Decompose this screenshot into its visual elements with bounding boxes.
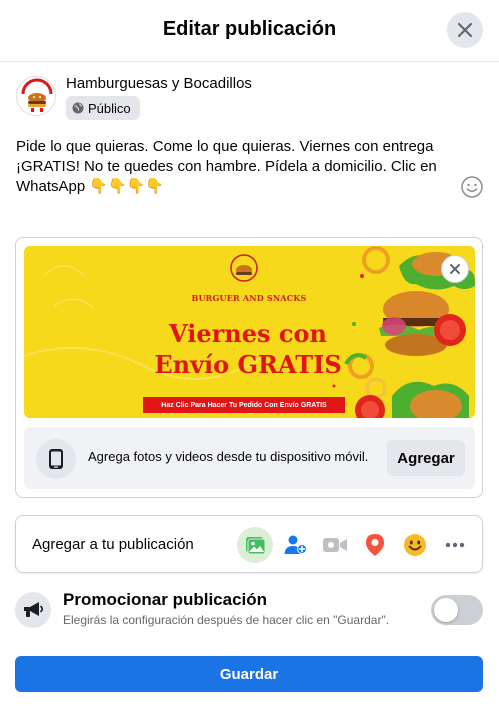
toggle-knob bbox=[434, 598, 458, 622]
media-attachment: BURGUER AND SNACKS Viernes con Envío GRA… bbox=[15, 237, 483, 498]
promote-title: Promocionar publicación bbox=[63, 590, 268, 609]
banner-headline-1: Viernes con bbox=[169, 319, 327, 348]
add-to-post-bar: Agregar a tu publicación bbox=[15, 515, 483, 573]
add-to-post-label: Agregar a tu publicación bbox=[32, 536, 194, 553]
smiley-icon bbox=[461, 176, 483, 198]
phone-icon-wrapper bbox=[36, 439, 76, 479]
live-video-icon bbox=[323, 538, 347, 552]
dialog-title: Editar publicación bbox=[162, 18, 337, 40]
feeling-icon bbox=[404, 534, 426, 556]
globe-icon bbox=[72, 102, 84, 114]
check-in-icon bbox=[366, 534, 384, 556]
megaphone-icon bbox=[24, 602, 44, 617]
mobile-upload-row: Agrega fotos y videos desde tu dispositi… bbox=[24, 427, 475, 489]
banner-cta: Haz Clic Para Hacer Tu Pedido Con Envío … bbox=[143, 397, 345, 413]
post-text-line: WhatsApp 👇👇👇👇 bbox=[16, 178, 165, 195]
burger-logo-icon bbox=[18, 78, 55, 115]
emoji-picker-button[interactable] bbox=[461, 176, 483, 198]
close-icon bbox=[450, 264, 460, 274]
mobile-upload-text: Agrega fotos y videos desde tu dispositi… bbox=[88, 449, 369, 464]
banner-brand: BURGUER AND SNACKS bbox=[191, 293, 307, 303]
privacy-selector[interactable]: Público bbox=[66, 96, 140, 120]
dialog-header: Editar publicación bbox=[0, 0, 499, 62]
tag-people-icon bbox=[284, 535, 307, 554]
feeling-activity-button[interactable] bbox=[397, 527, 433, 563]
photo-video-button[interactable] bbox=[237, 527, 273, 563]
promote-subtitle: Elegirás la configuración después de hac… bbox=[63, 613, 390, 627]
promote-post-row: Promocionar publicación Elegirás la conf… bbox=[15, 588, 483, 632]
phone-icon bbox=[49, 449, 63, 469]
post-author: Hamburguesas y Bocadillos Público bbox=[16, 74, 486, 120]
photo-video-icon bbox=[246, 537, 266, 555]
privacy-label: Público bbox=[88, 100, 131, 116]
live-video-button[interactable] bbox=[317, 527, 353, 563]
tag-people-button[interactable] bbox=[277, 527, 313, 563]
megaphone-icon-wrapper bbox=[15, 592, 51, 628]
post-text-line: ¡GRATIS! No te quedes con hambre. Pídela… bbox=[16, 158, 437, 175]
check-in-button[interactable] bbox=[357, 527, 393, 563]
post-text-line: Pide lo que quieras. Come lo que quieras… bbox=[16, 138, 434, 155]
author-name[interactable]: Hamburguesas y Bocadillos bbox=[66, 75, 252, 92]
add-media-button[interactable]: Agregar bbox=[387, 440, 465, 476]
promo-banner-image: BURGUER AND SNACKS Viernes con Envío GRA… bbox=[24, 246, 475, 418]
close-button[interactable] bbox=[447, 12, 483, 48]
banner-headline-2: Envío GRATIS bbox=[154, 350, 342, 379]
save-button[interactable]: Guardar bbox=[15, 656, 483, 692]
post-text-input[interactable]: Pide lo que quieras. Come lo que quieras… bbox=[16, 137, 446, 197]
more-options-button[interactable] bbox=[437, 527, 473, 563]
remove-media-button[interactable] bbox=[441, 255, 469, 283]
more-icon bbox=[445, 542, 465, 548]
avatar[interactable] bbox=[16, 76, 56, 116]
close-icon bbox=[457, 22, 473, 38]
promote-toggle[interactable] bbox=[431, 595, 483, 625]
